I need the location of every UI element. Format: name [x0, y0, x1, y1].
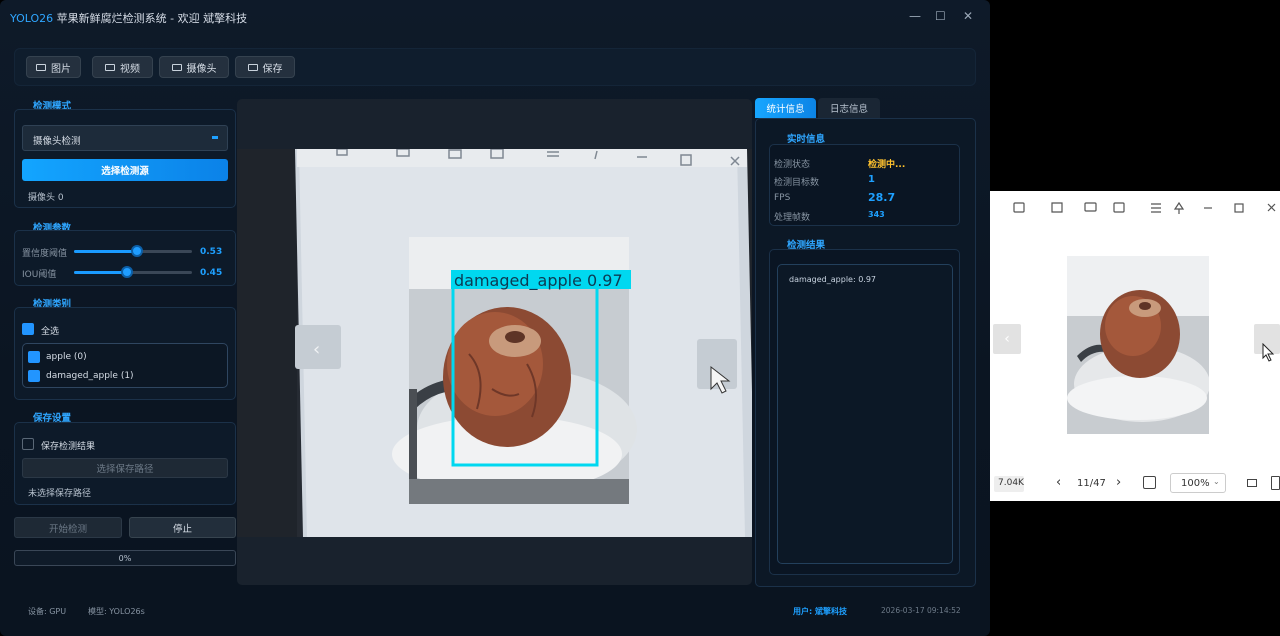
svg-text:‹: ‹: [313, 339, 320, 360]
viewer-toolbar: [1013, 201, 1276, 214]
iou-slider[interactable]: [74, 266, 192, 278]
save-result-checkbox[interactable]: [22, 438, 34, 450]
conf-value: 0.53: [200, 247, 223, 257]
iou-value: 0.45: [200, 268, 223, 278]
model-info: 模型: YOLO26s: [88, 607, 145, 616]
cursor-icon: [1262, 343, 1275, 362]
select-all-checkbox[interactable]: [22, 323, 34, 335]
page-indicator: 11/47: [1077, 478, 1106, 489]
class-label-apple: apple (0): [46, 352, 87, 362]
viewer-next-button[interactable]: ›: [1116, 475, 1121, 490]
save-button-label: 保存: [262, 63, 283, 75]
choose-path-button[interactable]: 选择保存路径: [22, 458, 228, 478]
select-source-button[interactable]: 选择检测源: [22, 159, 228, 181]
realtime-title: 实时信息: [787, 134, 826, 145]
window-title: YOLO26 苹果新鲜腐烂检测系统 - 欢迎 斌擎科技: [10, 10, 247, 26]
title-prefix: YOLO26: [10, 12, 54, 25]
viewer-pin-icon: [1173, 201, 1185, 214]
viewer-menu-icon: [1151, 203, 1161, 213]
detection-label: damaged_apple 0.97: [454, 271, 623, 291]
zoom-chevron-icon: ⌄: [1213, 477, 1220, 486]
title-text: 苹果新鲜腐烂检测系统 - 欢迎 斌擎科技: [56, 12, 248, 25]
viewer-share-icon: [1113, 202, 1125, 213]
camera-button-label: 摄像头: [186, 63, 217, 75]
fit-screen-icon[interactable]: [1143, 476, 1156, 489]
device-info: 设备: GPU: [28, 607, 67, 616]
detect-mode-value: 摄像头检测: [33, 136, 81, 147]
viewer-prev-button[interactable]: ‹: [1056, 475, 1061, 490]
class-checkbox-apple[interactable]: [28, 351, 40, 363]
user-info: 用户: 斌擎科技: [793, 607, 847, 616]
close-button[interactable]: ✕: [963, 9, 973, 23]
tab-stats[interactable]: 统计信息: [755, 98, 816, 118]
conf-slider-fill: [74, 250, 137, 253]
video-icon: [105, 63, 115, 71]
open-camera-button[interactable]: 摄像头: [159, 56, 229, 78]
results-list: [777, 264, 953, 564]
iou-slider-handle[interactable]: [121, 266, 134, 278]
camera-feed-image: ‹ damaged_apple 0.97: [237, 148, 752, 537]
zoom-value: 100%: [1181, 478, 1210, 489]
progress-bar: 0%: [14, 550, 236, 566]
viewer-close-icon: [1267, 203, 1276, 212]
status-value: 检测中...: [868, 160, 906, 170]
conf-slider-handle[interactable]: [130, 245, 143, 257]
viewer-edit-icon: [1013, 202, 1025, 213]
open-image-button[interactable]: 图片: [26, 56, 81, 78]
viewer-slideshow-icon[interactable]: [1247, 479, 1257, 487]
viewer-image: [1067, 256, 1209, 434]
video-display: ‹ damaged_apple 0.97: [237, 99, 752, 585]
class-checkbox-damaged-apple[interactable]: [28, 370, 40, 382]
dropdown-arrow-icon: [212, 136, 218, 139]
save-button[interactable]: 保存: [235, 56, 295, 78]
datetime: 2026-03-17 09:14:52: [881, 606, 961, 615]
detect-mode-select[interactable]: 摄像头检测: [22, 125, 228, 151]
status-bar: 设备: GPU 模型: YOLO26s 用户: 斌擎科技 2026-03-17 …: [0, 600, 990, 636]
maximize-button[interactable]: ☐: [935, 9, 946, 23]
frame-count-label: 处理帧数: [774, 213, 811, 223]
app-window: YOLO26 苹果新鲜腐烂检测系统 - 欢迎 斌擎科技 — ☐ ✕ 图片 视频 …: [0, 0, 990, 636]
target-count-value: 1: [868, 174, 875, 185]
tab-log[interactable]: 日志信息: [818, 98, 880, 118]
fps-value: 28.7: [868, 191, 896, 204]
iou-slider-fill: [74, 271, 128, 274]
save-icon: [247, 63, 258, 71]
image-icon: [36, 63, 46, 71]
start-detect-button[interactable]: 开始检测: [14, 517, 122, 538]
viewer-print-icon: [1084, 202, 1097, 212]
video-button-label: 视频: [120, 63, 140, 75]
iou-label: IOU阈值: [22, 270, 57, 280]
fps-label: FPS: [774, 193, 791, 203]
conf-slider[interactable]: [74, 245, 192, 257]
conf-label: 置信度阈值: [22, 249, 68, 259]
camera-frame: ‹ damaged_apple 0.97: [237, 148, 752, 537]
save-result-label: 保存检测结果: [41, 442, 96, 452]
toolbar: 图片 视频 摄像头 保存: [14, 48, 976, 86]
viewer-more-icon[interactable]: [1271, 476, 1280, 490]
open-video-button[interactable]: 视频: [92, 56, 153, 78]
title-bar[interactable]: YOLO26 苹果新鲜腐烂检测系统 - 欢迎 斌擎科技 — ☐ ✕: [0, 0, 990, 34]
select-all-label: 全选: [41, 327, 60, 337]
minimize-button[interactable]: —: [909, 9, 921, 23]
stop-button[interactable]: 停止: [129, 517, 236, 538]
result-item: damaged_apple: 0.97: [789, 275, 877, 284]
progress-text: 0%: [118, 553, 132, 563]
path-status: 未选择保存路径: [28, 489, 92, 499]
camera-icon: [171, 63, 182, 71]
source-info: 摄像头 0: [28, 193, 64, 203]
image-viewer-window: ‹ 7.04K ‹ 11/47 › 100% ⌄: [990, 191, 1280, 501]
viewer-prev-overlay[interactable]: ‹: [993, 324, 1021, 354]
frame-count-value: 343: [868, 210, 885, 219]
file-size: 7.04K: [998, 478, 1024, 488]
viewer-maximize-icon: [1234, 203, 1244, 213]
target-count-label: 检测目标数: [774, 178, 820, 188]
class-list: [22, 343, 228, 388]
image-button-label: 图片: [51, 63, 71, 75]
class-label-damaged-apple: damaged_apple (1): [46, 371, 134, 381]
status-label: 检测状态: [774, 160, 811, 170]
viewer-rotate-icon: [1051, 202, 1063, 213]
